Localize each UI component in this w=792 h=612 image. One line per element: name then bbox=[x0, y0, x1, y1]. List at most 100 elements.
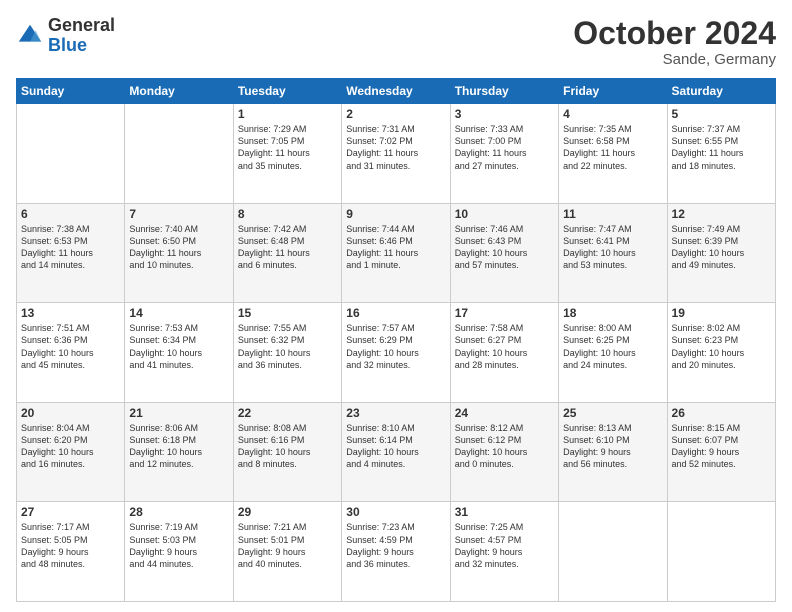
calendar-cell bbox=[559, 502, 667, 602]
day-number: 24 bbox=[455, 406, 554, 420]
logo-blue-text: Blue bbox=[48, 35, 87, 55]
calendar-cell: 8Sunrise: 7:42 AM Sunset: 6:48 PM Daylig… bbox=[233, 203, 341, 303]
weekday-header-sunday: Sunday bbox=[17, 79, 125, 104]
day-info: Sunrise: 7:47 AM Sunset: 6:41 PM Dayligh… bbox=[563, 223, 662, 272]
calendar-cell: 7 Sunrise: 7:40 AM Sunset: 6:50 PM Daylig… bbox=[125, 203, 233, 303]
day-info: Sunrise: 7:49 AM Sunset: 6:39 PM Dayligh… bbox=[672, 223, 771, 272]
weekday-header-tuesday: Tuesday bbox=[233, 79, 341, 104]
week-row-4: 20 Sunrise: 8:04 AM Sunset: 6:20 PM Dayli… bbox=[17, 402, 776, 502]
day-number: 31 bbox=[455, 505, 554, 519]
calendar-cell: 15Sunrise: 7:55 AM Sunset: 6:32 PM Dayli… bbox=[233, 303, 341, 403]
calendar-cell: 24Sunrise: 8:12 AM Sunset: 6:12 PM Dayli… bbox=[450, 402, 558, 502]
week-row-1: 1 Sunrise: 7:29 AM Sunset: 7:05 PM Daylig… bbox=[17, 104, 776, 204]
calendar-cell: 18 Sunrise: 8:00 AM Sunset: 6:25 PM Dayli… bbox=[559, 303, 667, 403]
logo: General Blue bbox=[16, 16, 115, 56]
day-info: Sunrise: 8:06 AM Sunset: 6:18 PM Dayligh… bbox=[129, 422, 228, 471]
day-number: 27 bbox=[21, 505, 120, 519]
day-info: Sunrise: 7:40 AM Sunset: 6:50 PM Dayligh… bbox=[129, 223, 228, 272]
day-info: Sunrise: 7:31 AM Sunset: 7:02 PM Dayligh… bbox=[346, 123, 445, 172]
calendar-cell: 3 Sunrise: 7:33 AM Sunset: 7:00 PM Daylig… bbox=[450, 104, 558, 204]
day-number: 22 bbox=[238, 406, 337, 420]
weekday-header-wednesday: Wednesday bbox=[342, 79, 450, 104]
day-number: 29 bbox=[238, 505, 337, 519]
day-number: 6 bbox=[21, 207, 120, 221]
day-info: Sunrise: 8:00 AM Sunset: 6:25 PM Dayligh… bbox=[563, 322, 662, 371]
day-info: Sunrise: 7:25 AM Sunset: 4:57 PM Dayligh… bbox=[455, 521, 554, 570]
day-number: 9 bbox=[346, 207, 445, 221]
weekday-header-saturday: Saturday bbox=[667, 79, 775, 104]
calendar-cell: 5Sunrise: 7:37 AM Sunset: 6:55 PM Daylig… bbox=[667, 104, 775, 204]
week-row-2: 6 Sunrise: 7:38 AM Sunset: 6:53 PM Daylig… bbox=[17, 203, 776, 303]
day-number: 1 bbox=[238, 107, 337, 121]
week-row-5: 27 Sunrise: 7:17 AM Sunset: 5:05 PM Dayli… bbox=[17, 502, 776, 602]
day-info: Sunrise: 8:02 AM Sunset: 6:23 PM Dayligh… bbox=[672, 322, 771, 371]
day-info: Sunrise: 7:51 AM Sunset: 6:36 PM Dayligh… bbox=[21, 322, 120, 371]
day-number: 12 bbox=[672, 207, 771, 221]
day-info: Sunrise: 8:04 AM Sunset: 6:20 PM Dayligh… bbox=[21, 422, 120, 471]
calendar-cell bbox=[17, 104, 125, 204]
location: Sande, Germany bbox=[573, 51, 776, 68]
calendar-cell: 1 Sunrise: 7:29 AM Sunset: 7:05 PM Daylig… bbox=[233, 104, 341, 204]
day-number: 17 bbox=[455, 306, 554, 320]
day-number: 19 bbox=[672, 306, 771, 320]
calendar-cell: 27 Sunrise: 7:17 AM Sunset: 5:05 PM Dayli… bbox=[17, 502, 125, 602]
calendar-cell: 2 Sunrise: 7:31 AM Sunset: 7:02 PM Daylig… bbox=[342, 104, 450, 204]
calendar-cell: 17 Sunrise: 7:58 AM Sunset: 6:27 PM Dayli… bbox=[450, 303, 558, 403]
calendar-cell: 16 Sunrise: 7:57 AM Sunset: 6:29 PM Dayli… bbox=[342, 303, 450, 403]
day-info: Sunrise: 7:57 AM Sunset: 6:29 PM Dayligh… bbox=[346, 322, 445, 371]
day-info: Sunrise: 7:38 AM Sunset: 6:53 PM Dayligh… bbox=[21, 223, 120, 272]
day-number: 16 bbox=[346, 306, 445, 320]
calendar-cell: 19 Sunrise: 8:02 AM Sunset: 6:23 PM Dayli… bbox=[667, 303, 775, 403]
calendar-cell bbox=[125, 104, 233, 204]
day-number: 2 bbox=[346, 107, 445, 121]
day-number: 13 bbox=[21, 306, 120, 320]
calendar-cell: 9 Sunrise: 7:44 AM Sunset: 6:46 PM Daylig… bbox=[342, 203, 450, 303]
calendar-cell: 14Sunrise: 7:53 AM Sunset: 6:34 PM Dayli… bbox=[125, 303, 233, 403]
day-number: 25 bbox=[563, 406, 662, 420]
calendar-cell: 22Sunrise: 8:08 AM Sunset: 6:16 PM Dayli… bbox=[233, 402, 341, 502]
day-info: Sunrise: 7:17 AM Sunset: 5:05 PM Dayligh… bbox=[21, 521, 120, 570]
day-info: Sunrise: 8:13 AM Sunset: 6:10 PM Dayligh… bbox=[563, 422, 662, 471]
day-info: Sunrise: 7:21 AM Sunset: 5:01 PM Dayligh… bbox=[238, 521, 337, 570]
day-info: Sunrise: 8:15 AM Sunset: 6:07 PM Dayligh… bbox=[672, 422, 771, 471]
calendar-cell: 21 Sunrise: 8:06 AM Sunset: 6:18 PM Dayli… bbox=[125, 402, 233, 502]
logo-general-text: General bbox=[48, 15, 115, 35]
weekday-header-thursday: Thursday bbox=[450, 79, 558, 104]
day-number: 28 bbox=[129, 505, 228, 519]
calendar-cell: 29 Sunrise: 7:21 AM Sunset: 5:01 PM Dayli… bbox=[233, 502, 341, 602]
page-header: General Blue October 2024 Sande, Germany bbox=[16, 16, 776, 68]
month-title: October 2024 bbox=[573, 16, 776, 51]
calendar-cell bbox=[667, 502, 775, 602]
day-number: 7 bbox=[129, 207, 228, 221]
day-number: 11 bbox=[563, 207, 662, 221]
day-info: Sunrise: 7:19 AM Sunset: 5:03 PM Dayligh… bbox=[129, 521, 228, 570]
day-info: Sunrise: 7:44 AM Sunset: 6:46 PM Dayligh… bbox=[346, 223, 445, 272]
day-info: Sunrise: 7:37 AM Sunset: 6:55 PM Dayligh… bbox=[672, 123, 771, 172]
day-number: 30 bbox=[346, 505, 445, 519]
day-info: Sunrise: 7:53 AM Sunset: 6:34 PM Dayligh… bbox=[129, 322, 228, 371]
calendar-cell: 6 Sunrise: 7:38 AM Sunset: 6:53 PM Daylig… bbox=[17, 203, 125, 303]
day-number: 23 bbox=[346, 406, 445, 420]
calendar-cell: 28 Sunrise: 7:19 AM Sunset: 5:03 PM Dayli… bbox=[125, 502, 233, 602]
day-number: 4 bbox=[563, 107, 662, 121]
day-number: 21 bbox=[129, 406, 228, 420]
calendar-cell: 13 Sunrise: 7:51 AM Sunset: 6:36 PM Dayli… bbox=[17, 303, 125, 403]
weekday-header-row: SundayMondayTuesdayWednesdayThursdayFrid… bbox=[17, 79, 776, 104]
day-info: Sunrise: 7:29 AM Sunset: 7:05 PM Dayligh… bbox=[238, 123, 337, 172]
calendar-cell: 20 Sunrise: 8:04 AM Sunset: 6:20 PM Dayli… bbox=[17, 402, 125, 502]
weekday-header-friday: Friday bbox=[559, 79, 667, 104]
calendar-cell: 11 Sunrise: 7:47 AM Sunset: 6:41 PM Dayli… bbox=[559, 203, 667, 303]
logo-icon bbox=[16, 22, 44, 50]
calendar-cell: 25 Sunrise: 8:13 AM Sunset: 6:10 PM Dayli… bbox=[559, 402, 667, 502]
day-info: Sunrise: 7:33 AM Sunset: 7:00 PM Dayligh… bbox=[455, 123, 554, 172]
day-number: 3 bbox=[455, 107, 554, 121]
calendar-cell: 31 Sunrise: 7:25 AM Sunset: 4:57 PM Dayli… bbox=[450, 502, 558, 602]
calendar-page: General Blue October 2024 Sande, Germany… bbox=[0, 0, 792, 612]
day-number: 20 bbox=[21, 406, 120, 420]
day-number: 26 bbox=[672, 406, 771, 420]
day-number: 18 bbox=[563, 306, 662, 320]
calendar-cell: 30Sunrise: 7:23 AM Sunset: 4:59 PM Dayli… bbox=[342, 502, 450, 602]
calendar-cell: 4Sunrise: 7:35 AM Sunset: 6:58 PM Daylig… bbox=[559, 104, 667, 204]
day-info: Sunrise: 7:58 AM Sunset: 6:27 PM Dayligh… bbox=[455, 322, 554, 371]
day-number: 15 bbox=[238, 306, 337, 320]
